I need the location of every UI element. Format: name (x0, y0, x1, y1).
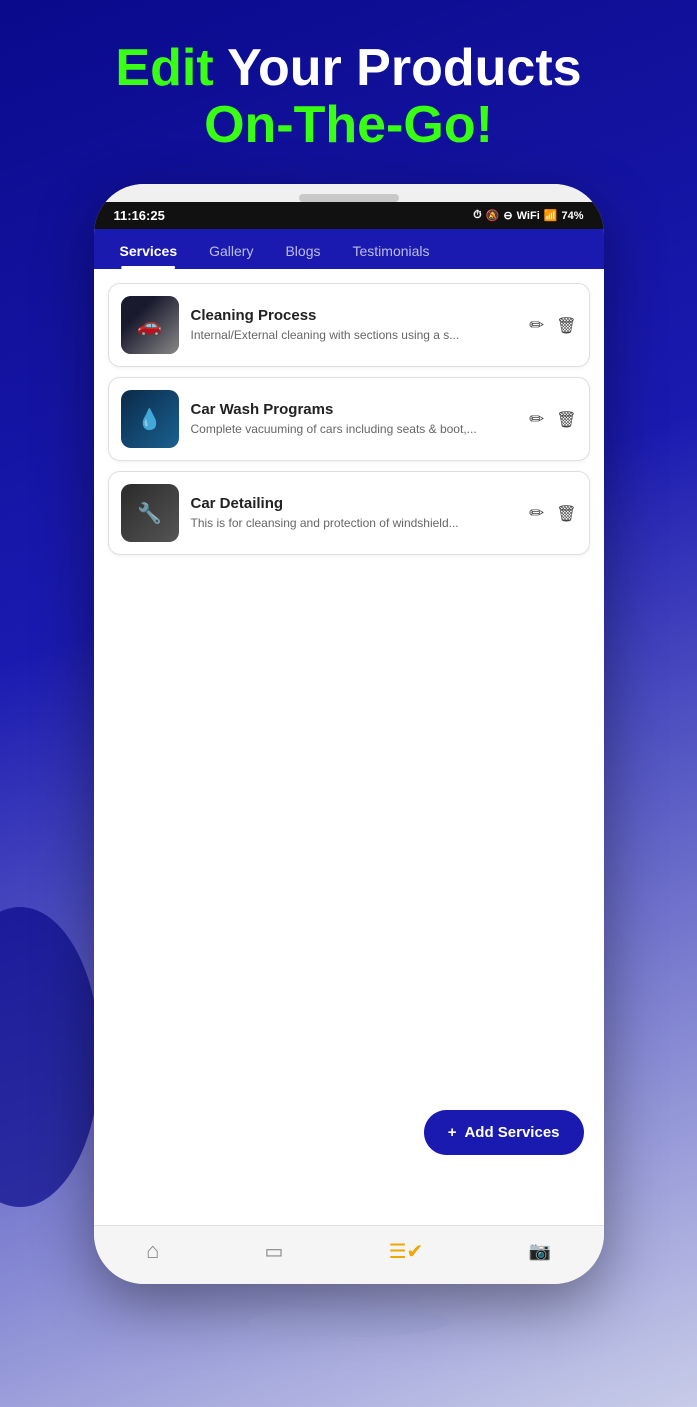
service-info-carwash: Car Wash Programs Complete vacuuming of … (191, 401, 518, 438)
service-card-cleaning: Cleaning Process Internal/External clean… (108, 283, 590, 367)
service-title-detailing: Car Detailing (191, 495, 518, 512)
service-desc-cleaning: Internal/External cleaning with sections… (191, 327, 518, 344)
service-actions-cleaning (529, 315, 576, 336)
service-thumb-carwash (121, 390, 179, 448)
service-info-detailing: Car Detailing This is for cleansing and … (191, 495, 518, 532)
header-rest-word: Your Products (214, 39, 582, 97)
bottom-nav-home[interactable] (146, 1238, 159, 1266)
service-title-carwash: Car Wash Programs (191, 401, 518, 418)
tab-services[interactable]: Services (104, 229, 194, 269)
add-icon: + (448, 1124, 457, 1141)
service-desc-detailing: This is for cleansing and protection of … (191, 515, 518, 532)
header-edit-word: Edit (115, 39, 213, 97)
service-thumb-detailing (121, 484, 179, 542)
bg-decoration-circle (0, 907, 100, 1207)
service-thumb-cleaning (121, 296, 179, 354)
add-services-label: Add Services (464, 1124, 559, 1141)
phone-notch (299, 194, 399, 202)
edit-button-detailing[interactable] (529, 503, 544, 524)
bottom-nav-video[interactable]: 📷 (528, 1241, 550, 1264)
phone-notch-area (94, 184, 604, 202)
page-header: Edit Your Products On-The-Go! (115, 40, 581, 154)
mute-icon: 🔕 (486, 209, 500, 222)
edit-button-carwash[interactable] (529, 409, 544, 430)
shop-icon: ▭ (265, 1239, 284, 1264)
minus-icon: ⊖ (503, 209, 512, 222)
detailing-thumbnail (121, 484, 179, 542)
bottom-nav-bar: ▭ ☰✔ 📷 (94, 1225, 604, 1284)
battery-level: 74% (561, 210, 583, 222)
wifi-icon: WiFi (517, 210, 540, 222)
nav-tabs-bar: Services Gallery Blogs Testimonials (94, 229, 604, 269)
edit-button-cleaning[interactable] (529, 315, 544, 336)
service-title-cleaning: Cleaning Process (191, 307, 518, 324)
status-icons: ⏱ 🔕 ⊖ WiFi 📶 74% (473, 209, 583, 222)
carwash-thumbnail (121, 390, 179, 448)
delete-button-detailing[interactable] (556, 503, 576, 524)
signal-icon: 📶 (544, 209, 558, 222)
home-icon (146, 1238, 159, 1264)
add-services-button[interactable]: + Add Services (424, 1110, 584, 1155)
bg-decoration-ellipse (249, 1307, 449, 1337)
header-line2: On-The-Go! (115, 97, 581, 154)
delete-button-cleaning[interactable] (556, 315, 576, 336)
service-actions-carwash (529, 409, 576, 430)
clock-icon: ⏱ (473, 209, 482, 222)
bottom-nav-shop[interactable]: ▭ (265, 1239, 284, 1266)
bottom-nav-list[interactable]: ☰✔ (389, 1239, 424, 1266)
services-content: Cleaning Process Internal/External clean… (94, 269, 604, 1225)
video-icon: 📷 (528, 1241, 550, 1262)
tab-blogs[interactable]: Blogs (269, 229, 336, 269)
status-bar: 11:16:25 ⏱ 🔕 ⊖ WiFi 📶 74% (94, 202, 604, 229)
service-card-carwash: Car Wash Programs Complete vacuuming of … (108, 377, 590, 461)
service-desc-carwash: Complete vacuuming of cars including sea… (191, 421, 518, 438)
tab-testimonials[interactable]: Testimonials (337, 229, 446, 269)
list-icon: ☰✔ (389, 1239, 424, 1264)
phone-mockup: 11:16:25 ⏱ 🔕 ⊖ WiFi 📶 74% Services Galle… (94, 184, 604, 1284)
status-time: 11:16:25 (114, 208, 165, 223)
tab-gallery[interactable]: Gallery (193, 229, 269, 269)
service-card-detailing: Car Detailing This is for cleansing and … (108, 471, 590, 555)
delete-button-carwash[interactable] (556, 409, 576, 430)
service-actions-detailing (529, 503, 576, 524)
service-info-cleaning: Cleaning Process Internal/External clean… (191, 307, 518, 344)
cleaning-thumbnail (121, 296, 179, 354)
